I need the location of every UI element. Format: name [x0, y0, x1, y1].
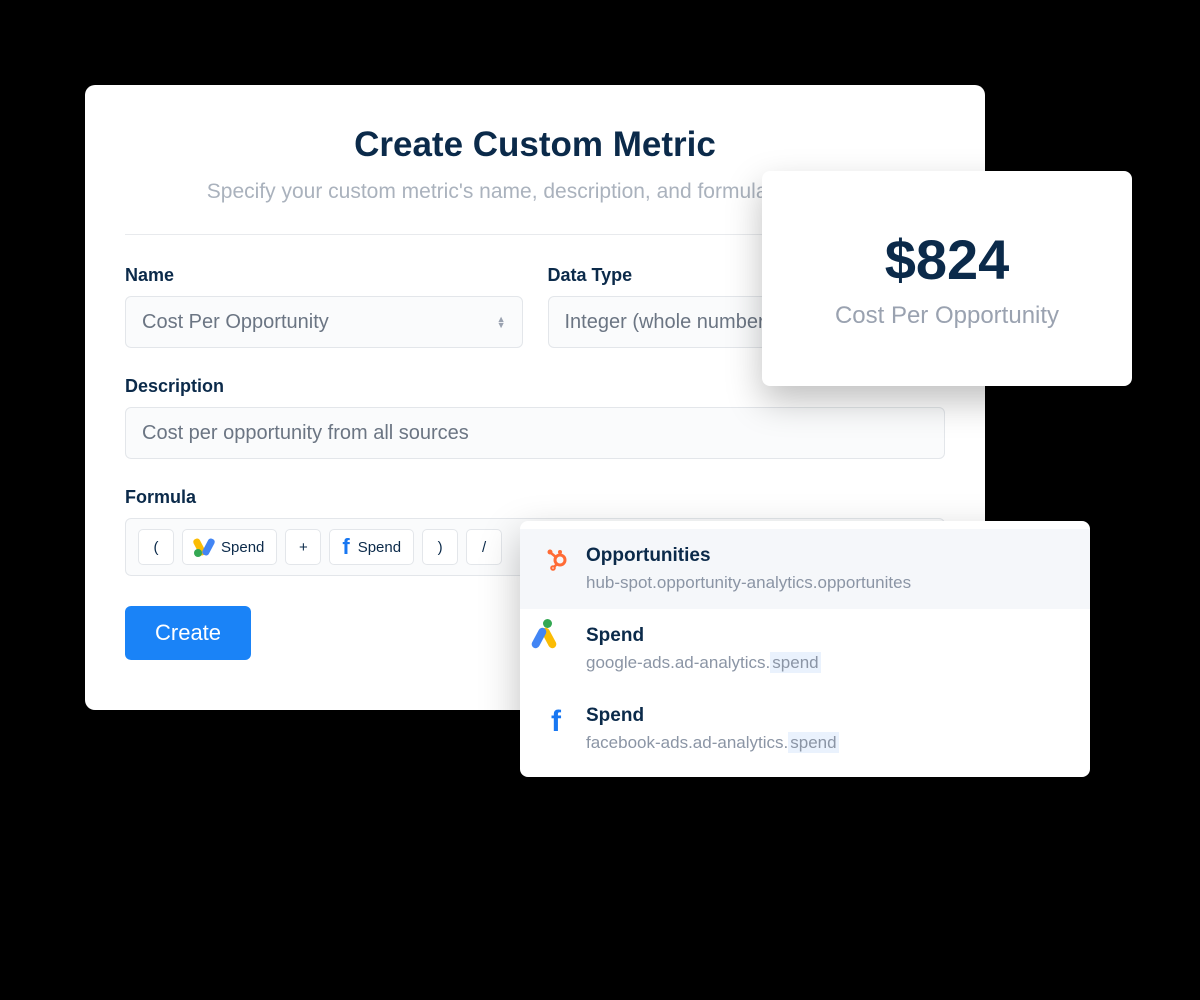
description-input[interactable]: Cost per opportunity from all sources [125, 407, 945, 459]
name-input[interactable]: Cost Per Opportunity ▲▼ [125, 296, 523, 348]
google-ads-icon [544, 627, 568, 651]
google-ads-icon [195, 538, 213, 556]
dropdown-item-facebook-spend[interactable]: f Spend facebook-ads.ad-analytics.spend [520, 689, 1090, 769]
dd-path-facebook-spend: facebook-ads.ad-analytics.spend [586, 733, 1066, 753]
formula-token-google-spend[interactable]: Spend [182, 529, 277, 565]
name-label: Name [125, 265, 523, 286]
name-value: Cost Per Opportunity [142, 311, 329, 334]
page-title: Create Custom Metric [125, 125, 945, 165]
description-group: Description Cost per opportunity from al… [125, 376, 945, 459]
formula-token-close-paren[interactable]: ) [422, 529, 458, 565]
dd-title-google-spend: Spend [586, 625, 1066, 647]
formula-token-facebook-spend[interactable]: f Spend [329, 529, 414, 565]
stepper-icon: ▲▼ [497, 316, 506, 329]
formula-token-divide[interactable]: / [466, 529, 502, 565]
create-button[interactable]: Create [125, 606, 251, 660]
facebook-icon: f [544, 707, 568, 731]
metric-preview-value: $824 [885, 227, 1010, 292]
hubspot-icon [544, 547, 568, 571]
dropdown-item-opportunities[interactable]: Opportunities hub-spot.opportunity-analy… [520, 529, 1090, 609]
formula-label: Formula [125, 487, 945, 508]
metric-preview-label: Cost Per Opportunity [835, 302, 1059, 330]
facebook-icon: f [342, 536, 349, 558]
metric-dropdown: Opportunities hub-spot.opportunity-analy… [520, 521, 1090, 777]
formula-token-facebook-spend-label: Spend [358, 539, 401, 556]
description-value: Cost per opportunity from all sources [142, 422, 469, 445]
dd-path-google-spend: google-ads.ad-analytics.spend [586, 653, 1066, 673]
dropdown-item-text: Spend facebook-ads.ad-analytics.spend [586, 705, 1066, 753]
dd-title-facebook-spend: Spend [586, 705, 1066, 727]
dropdown-item-text: Opportunities hub-spot.opportunity-analy… [586, 545, 1066, 593]
name-group: Name Cost Per Opportunity ▲▼ [125, 265, 523, 348]
dropdown-item-google-spend[interactable]: Spend google-ads.ad-analytics.spend [520, 609, 1090, 689]
dropdown-item-text: Spend google-ads.ad-analytics.spend [586, 625, 1066, 673]
metric-preview-card: $824 Cost Per Opportunity [762, 171, 1132, 386]
formula-token-plus[interactable]: + [285, 529, 321, 565]
data-type-value: Integer (whole numbers) [565, 311, 782, 334]
formula-token-google-spend-label: Spend [221, 539, 264, 556]
dd-path-opportunities: hub-spot.opportunity-analytics.opportuni… [586, 573, 1066, 593]
formula-token-open-paren[interactable]: ( [138, 529, 174, 565]
dd-title-opportunities: Opportunities [586, 545, 1066, 567]
